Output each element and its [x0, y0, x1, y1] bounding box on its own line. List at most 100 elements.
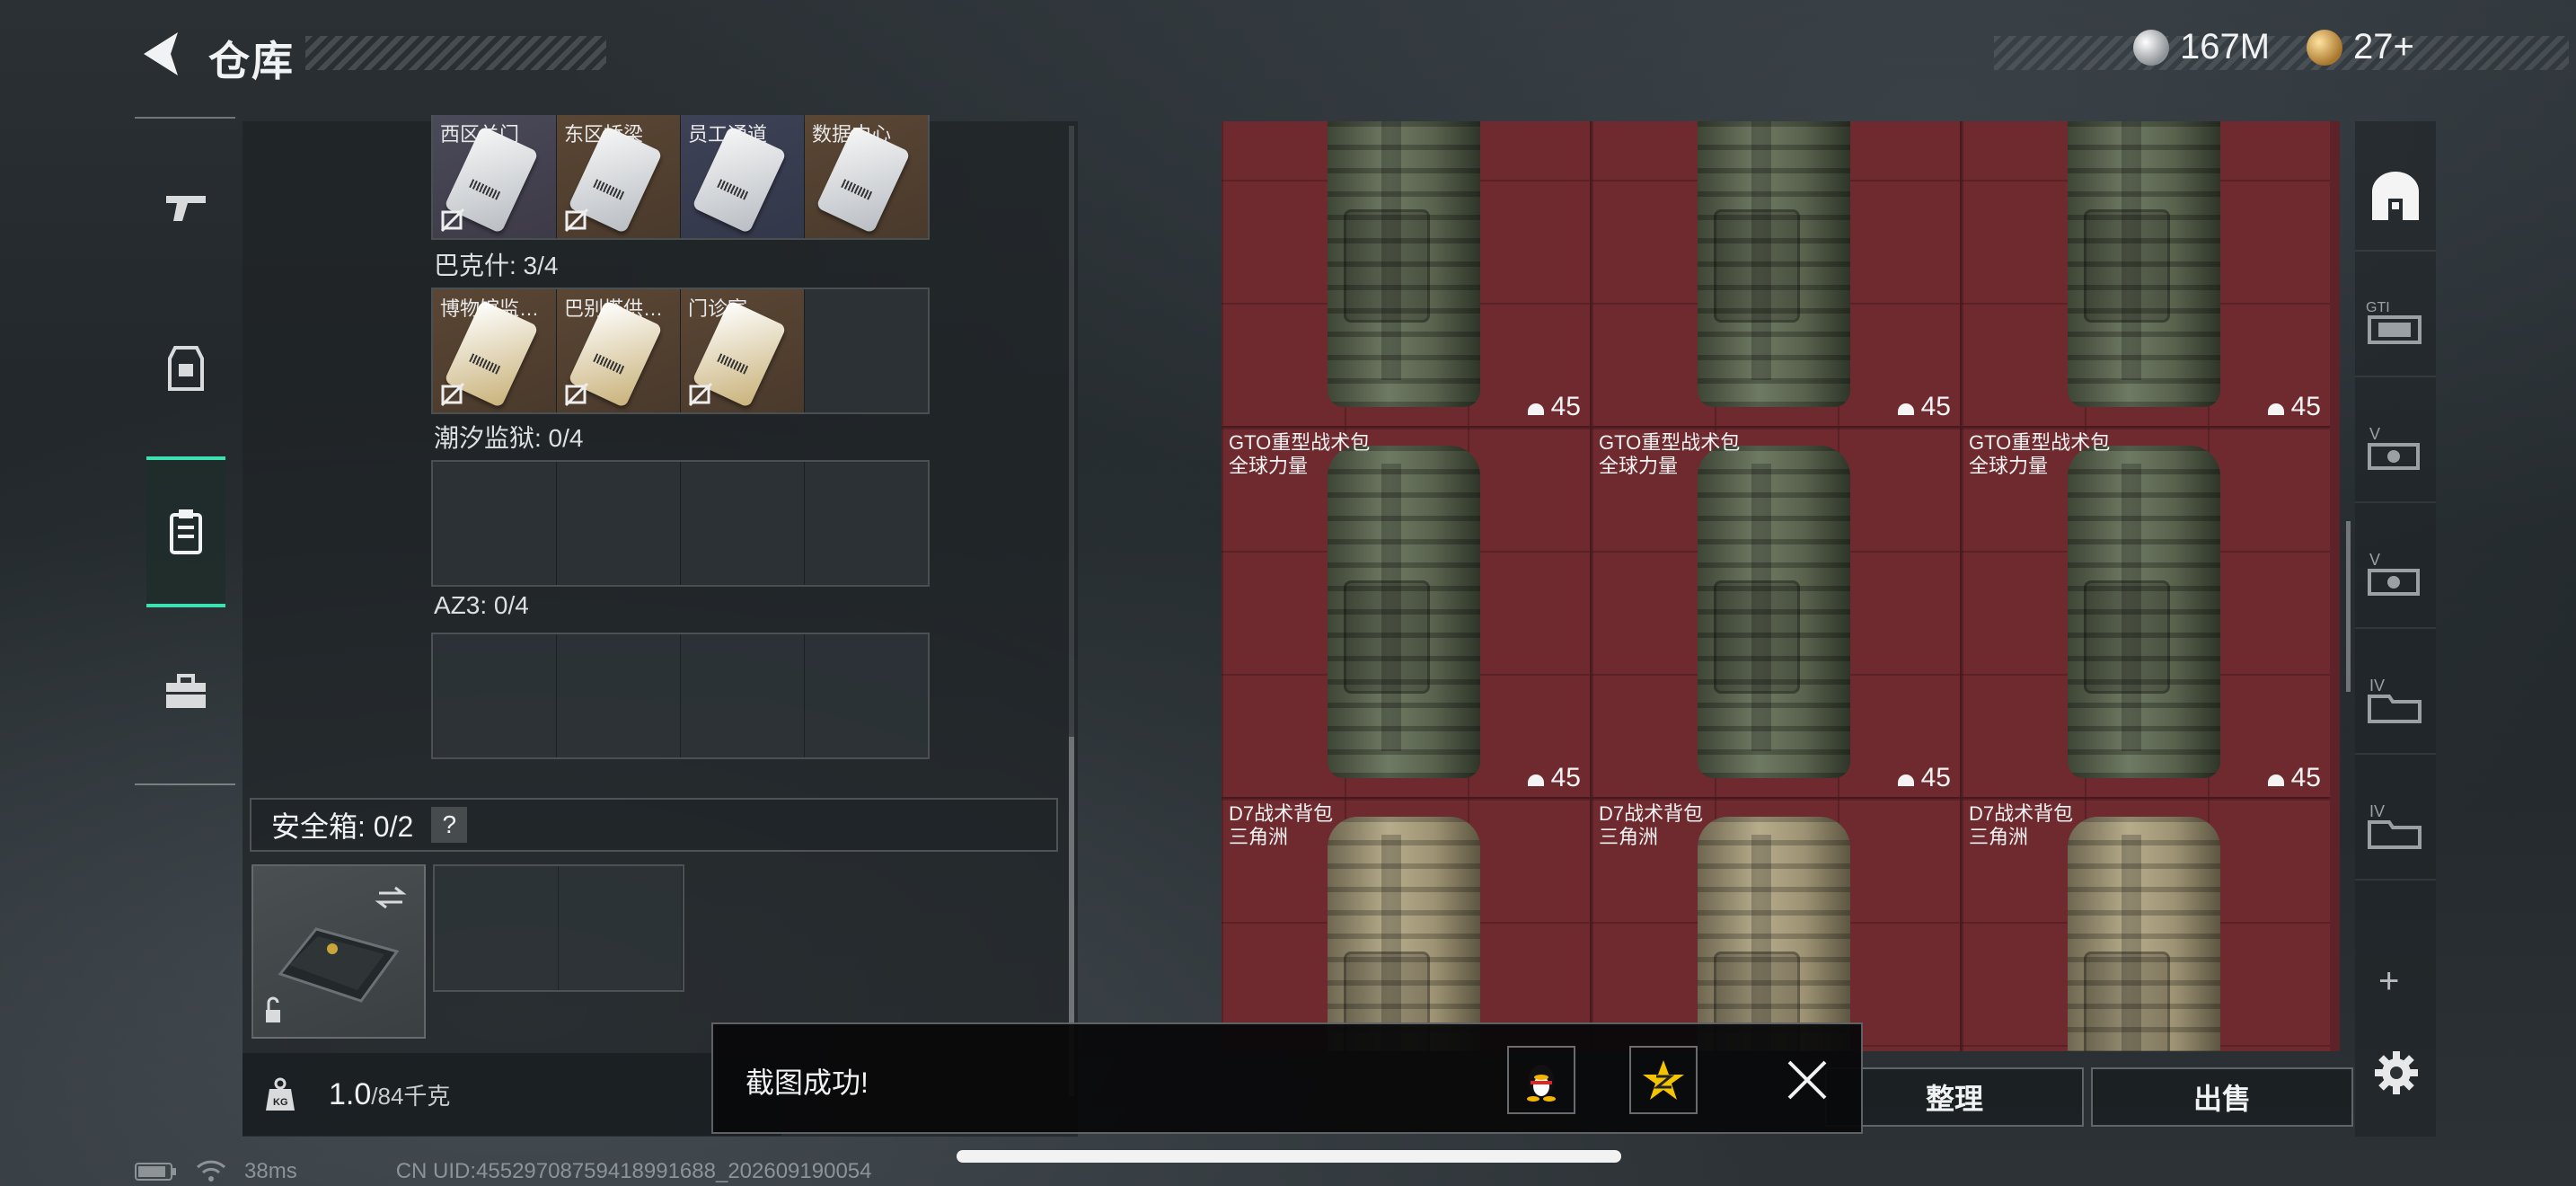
- keycard-slot[interactable]: 门诊室: [681, 289, 804, 412]
- gold-currency[interactable]: 27+: [2307, 27, 2414, 67]
- empty-safe-slot[interactable]: [435, 866, 558, 990]
- backpack-icon: [2068, 817, 2220, 1051]
- inventory-item-backpack[interactable]: 45: [1592, 121, 1960, 426]
- empty-keycard-slot[interactable]: [805, 289, 928, 412]
- tab-keycards[interactable]: [146, 456, 225, 607]
- v-rig-icon: V: [2368, 551, 2420, 596]
- screenshot-toast: 截图成功!: [711, 1022, 1863, 1134]
- inventory-item-backpack[interactable]: D7战术背包 三角洲: [1592, 799, 1960, 1051]
- item-name: D7战术背包 三角洲: [1599, 802, 1704, 848]
- no-trade-icon: [564, 382, 589, 407]
- section-label-tidal-prison: 潮汐监狱: 0/4: [434, 424, 584, 452]
- helmet-icon: [1897, 403, 1914, 415]
- svg-text:GTI: GTI: [2366, 300, 2390, 315]
- inventory-item-backpack[interactable]: GTO重型战术包 全球力量 45: [1592, 428, 1960, 797]
- close-icon[interactable]: [1782, 1055, 1832, 1105]
- backpack-icon: [1328, 121, 1480, 407]
- keycard-slot[interactable]: 数据中心: [805, 115, 928, 238]
- share-qzone-button[interactable]: [1629, 1046, 1698, 1114]
- toolbox-icon: [166, 674, 206, 708]
- durability-count: 45: [1896, 763, 1951, 793]
- back-button[interactable]: [135, 27, 183, 81]
- tab-armor[interactable]: [146, 296, 225, 440]
- inventory-item-backpack[interactable]: GTO重型战术包 全球力量 45: [1962, 428, 2330, 797]
- v-rig-icon: V: [2368, 425, 2420, 470]
- inventory-grid-panel[interactable]: 45 45 45 GTO重型战术包 全球力量 45 GTO重型战术包 全球力量 45 GTO重型战…: [1222, 121, 2340, 1051]
- inventory-item-backpack[interactable]: 45: [1962, 121, 2330, 426]
- help-icon[interactable]: ?: [431, 807, 468, 843]
- keycard-slot[interactable]: 员工通道: [681, 115, 804, 238]
- item-name: GTO重型战术包 全球力量: [1599, 431, 1741, 477]
- inventory-item-backpack[interactable]: GTO重型战术包 全球力量 45: [1222, 428, 1590, 797]
- section-label-az3: AZ3: 0/4: [434, 591, 529, 619]
- silver-coin-icon: [2133, 29, 2169, 66]
- inventory-item-backpack[interactable]: 45: [1222, 121, 1590, 426]
- category-gt-backpack[interactable]: GTI: [2355, 270, 2436, 377]
- empty-keycard-slot[interactable]: [681, 462, 804, 585]
- home-indicator[interactable]: [957, 1150, 1621, 1163]
- backpack-icon: [1328, 446, 1480, 778]
- safe-box-header: 安全箱: 0/2 ?: [250, 798, 1058, 852]
- category-all[interactable]: [2355, 144, 2436, 252]
- empty-keycard-slot[interactable]: [557, 634, 680, 757]
- sort-button[interactable]: 整理: [1825, 1067, 2084, 1127]
- armor-vest-icon: [168, 346, 204, 391]
- inventory-item-backpack[interactable]: D7战术背包 三角洲: [1962, 799, 2330, 1051]
- backpack-icon: [1698, 446, 1850, 778]
- empty-keycard-slot[interactable]: [681, 634, 804, 757]
- sell-button[interactable]: 出售: [2091, 1067, 2353, 1127]
- all-items-icon: [2372, 172, 2419, 220]
- category-v-rig-1[interactable]: V: [2355, 395, 2436, 503]
- ping-value: 38ms: [244, 1159, 297, 1183]
- durability-count: 45: [2266, 763, 2321, 793]
- tab-weapons[interactable]: [146, 135, 225, 279]
- keycard-section-az3: [431, 633, 930, 759]
- keycard-slot[interactable]: 巴别塔供…: [557, 289, 680, 412]
- stash-scrollbar-track[interactable]: [1069, 126, 1074, 737]
- keycard-section-tidal-prison: [431, 460, 930, 587]
- item-name: D7战术背包 三角洲: [1969, 802, 2074, 848]
- empty-keycard-slot[interactable]: [433, 634, 556, 757]
- tab-tools[interactable]: [146, 620, 225, 764]
- backpack-icon: [2068, 446, 2220, 778]
- helmet-icon: [1527, 403, 1544, 415]
- category-iv-case-2[interactable]: IV: [2355, 773, 2436, 881]
- keycard-row-top: 西区关门 东区桥梁 员工通道 数据中心: [431, 115, 930, 241]
- category-iv-case-1[interactable]: IV: [2355, 647, 2436, 755]
- empty-keycard-slot[interactable]: [805, 462, 928, 585]
- no-trade-icon: [564, 208, 589, 233]
- silver-currency[interactable]: 167M: [2133, 27, 2270, 67]
- empty-keycard-slot[interactable]: [805, 634, 928, 757]
- toast-message: 截图成功!: [745, 1067, 869, 1099]
- item-name: GTO重型战术包 全球力量: [1969, 431, 2111, 477]
- share-qq-button[interactable]: [1507, 1046, 1575, 1114]
- settings-gear-icon[interactable]: [2373, 1049, 2420, 1096]
- wifi-icon: [196, 1160, 226, 1182]
- add-category-button[interactable]: +: [2378, 961, 2399, 1002]
- no-trade-icon: [440, 208, 465, 233]
- section-label-bakesh: 巴克什: 3/4: [434, 252, 559, 279]
- page-title: 仓库: [208, 38, 295, 84]
- pistol-icon: [166, 196, 206, 221]
- keycard-slot[interactable]: 博物馆监…: [433, 289, 556, 412]
- safe-box-label: 安全箱: 0/2: [271, 810, 414, 843]
- safe-box-item[interactable]: [251, 864, 426, 1039]
- keycard-slot[interactable]: 西区关门: [433, 115, 556, 238]
- empty-safe-slot[interactable]: [559, 866, 682, 990]
- durability-count: 45: [1896, 392, 1951, 422]
- silver-currency-value: 167M: [2180, 27, 2271, 66]
- currency-decoration: [1994, 36, 2569, 70]
- empty-keycard-slot[interactable]: [557, 462, 680, 585]
- backpack-icon: [1698, 817, 1850, 1051]
- secure-case-icon: [266, 886, 407, 1022]
- svg-text:V: V: [2369, 425, 2380, 443]
- helmet-icon: [1527, 774, 1544, 786]
- backpack-icon: [1328, 817, 1480, 1051]
- keycard-slot[interactable]: 东区桥梁: [557, 115, 680, 238]
- durability-count: 45: [2266, 392, 2321, 422]
- durability-count: 45: [1526, 392, 1581, 422]
- inventory-scrollbar[interactable]: [2346, 521, 2351, 692]
- empty-keycard-slot[interactable]: [433, 462, 556, 585]
- inventory-item-backpack[interactable]: D7战术背包 三角洲: [1222, 799, 1590, 1051]
- category-v-rig-2[interactable]: V: [2355, 521, 2436, 629]
